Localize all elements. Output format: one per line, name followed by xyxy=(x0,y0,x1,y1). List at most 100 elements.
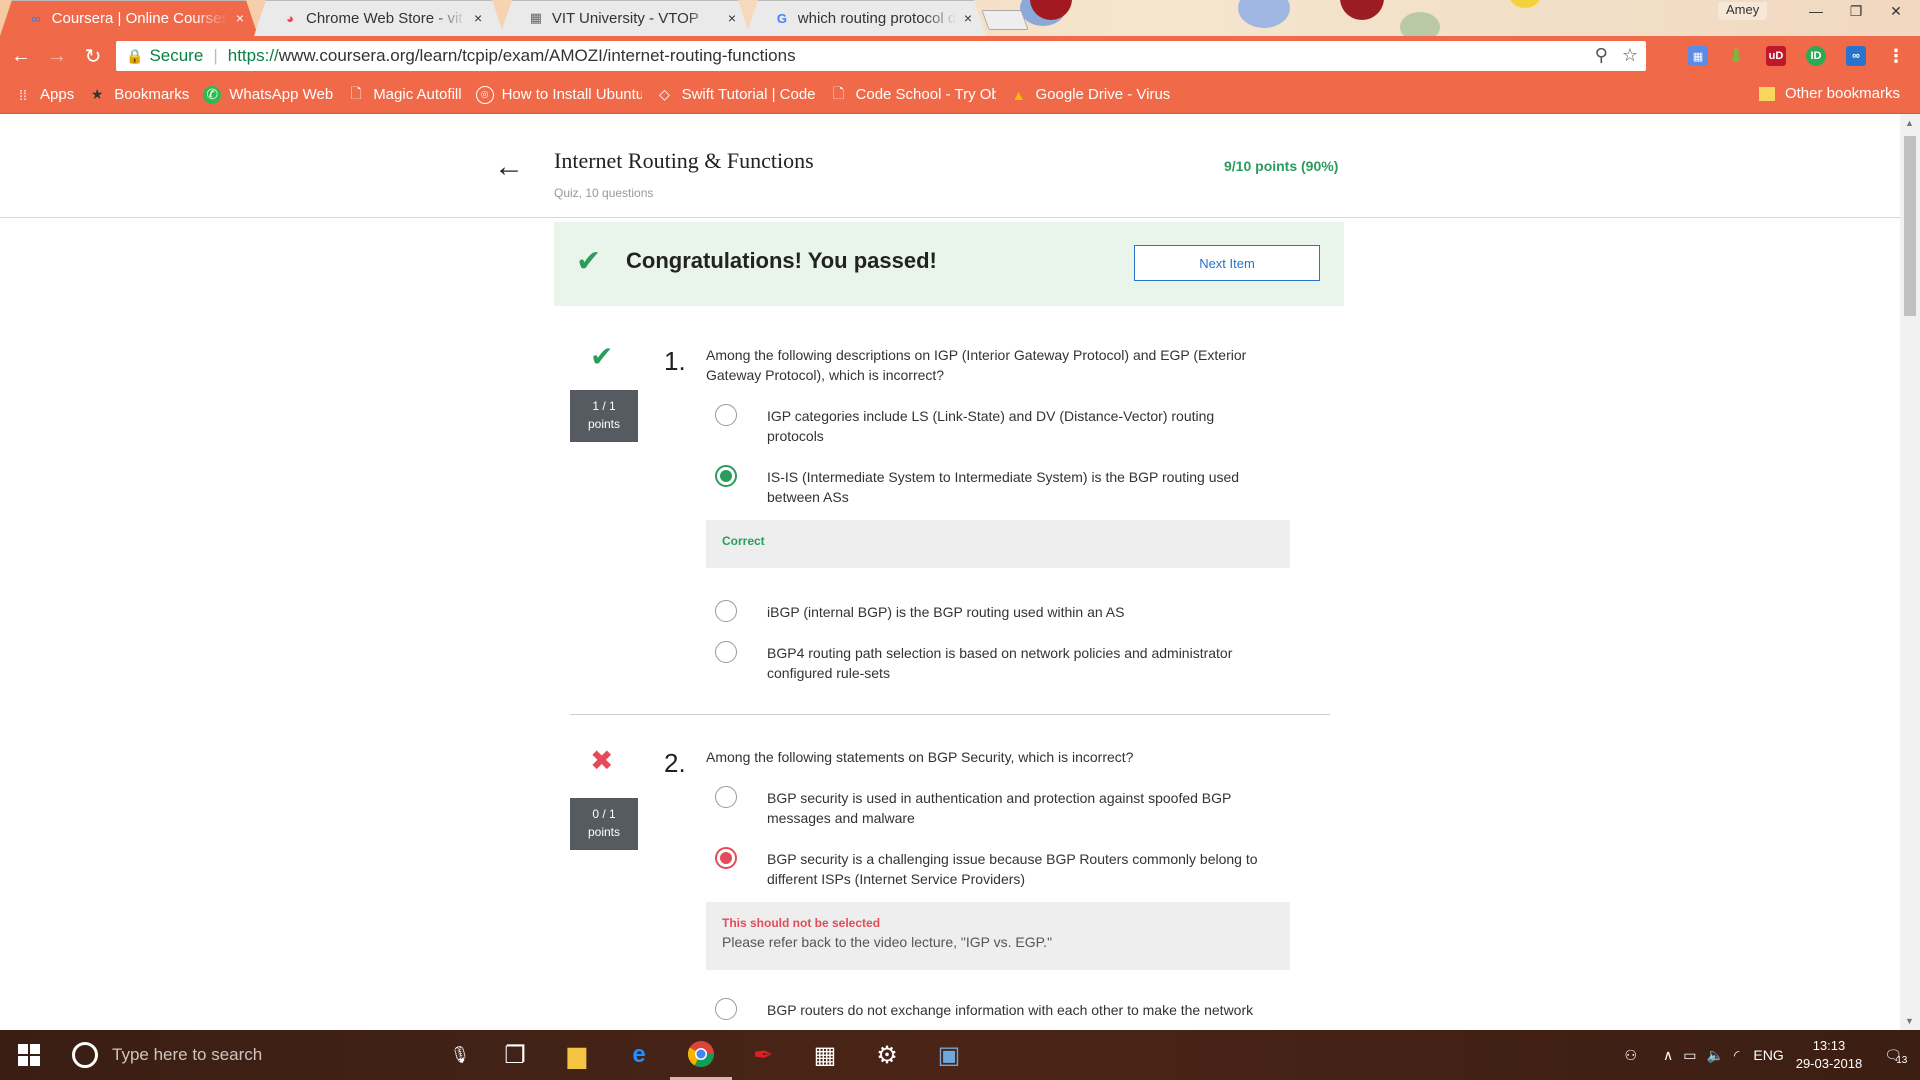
radio-button-selected[interactable] xyxy=(715,847,737,869)
restore-icon[interactable]: ❐ xyxy=(1836,0,1876,22)
feedback-title: This should not be selected xyxy=(722,916,881,930)
page-scrollbar[interactable]: ▲ ▼ xyxy=(1900,114,1920,1030)
profile-button[interactable]: Amey xyxy=(1718,2,1768,20)
task-view-icon[interactable]: ❐ xyxy=(484,1030,546,1080)
forward-icon[interactable]: → xyxy=(42,41,72,71)
cortana-icon xyxy=(72,1042,98,1068)
bookmark-swift[interactable]: ◇ Swift Tutorial | Code xyxy=(656,86,815,104)
microphone-icon[interactable]: 🎙 xyxy=(450,1045,470,1065)
chevron-up-icon[interactable]: ∧ xyxy=(1663,1047,1673,1064)
photos-icon[interactable]: ▣ xyxy=(918,1030,980,1080)
bookmark-ubuntu[interactable]: ◎ How to Install Ubuntu xyxy=(475,85,642,104)
radio-button[interactable] xyxy=(715,641,737,663)
apps-grid-icon: ⁞⁞ xyxy=(19,86,27,103)
bookmark-codeschool[interactable]: 🗋 Code School - Try Ob xyxy=(830,85,996,104)
radio-button[interactable] xyxy=(715,404,737,426)
tab-google-search[interactable]: G which routing protocol does × xyxy=(746,0,986,36)
menu-icon[interactable]: ⋮ xyxy=(1886,46,1906,66)
edge-icon[interactable]: e xyxy=(608,1030,670,1080)
new-tab-button[interactable] xyxy=(981,10,1029,30)
close-icon[interactable]: × xyxy=(728,10,736,26)
quiz-score: 9/10 points (90%) xyxy=(1224,158,1339,174)
tab-title: which routing protocol does xyxy=(797,9,956,27)
bookmark-magic-autofill[interactable]: 🗋 Magic Autofill xyxy=(347,84,462,104)
clock[interactable]: 13:13 29-03-2018 xyxy=(1796,1037,1863,1073)
page-icon: 🗋 xyxy=(350,84,362,101)
bookmark-star-icon[interactable]: ☆ xyxy=(1622,45,1638,66)
radio-button[interactable] xyxy=(715,786,737,808)
windows-start-icon[interactable] xyxy=(0,1030,58,1080)
tab-chrome-web-store[interactable]: ◕ Chrome Web Store - vit github × xyxy=(254,0,504,36)
settings-icon[interactable]: ⚙ xyxy=(856,1030,918,1080)
vtop-icon: ▦ xyxy=(529,10,543,25)
browser-toolbar: ← → ↻ 🔒 Secure | https:// www.coursera.o… xyxy=(0,36,1920,76)
chrome-web-store-icon: ◕ xyxy=(286,10,294,26)
answer-option[interactable]: BGP4 routing path selection is based on … xyxy=(715,641,1275,683)
volume-icon[interactable]: 🔈 xyxy=(1707,1047,1724,1064)
secure-label: Secure xyxy=(149,46,204,65)
close-window-icon[interactable]: ✕ xyxy=(1876,0,1916,22)
other-bookmarks[interactable]: Other bookmarks xyxy=(1758,85,1900,102)
calculator-icon[interactable]: ▦ xyxy=(794,1030,856,1080)
whatsapp-icon: ✆ xyxy=(203,85,222,104)
answer-option[interactable]: BGP security is used in authentication a… xyxy=(715,786,1275,828)
people-icon[interactable]: ⚇ xyxy=(1624,1047,1637,1064)
extension-calendar-icon[interactable]: ▦ xyxy=(1688,46,1708,66)
reload-icon[interactable]: ↻ xyxy=(78,41,108,71)
back-icon[interactable]: ← xyxy=(6,41,36,71)
question-2: ✖ 0 / 1 points 2. Among the following st… xyxy=(570,745,1330,1030)
answer-option[interactable]: IGP categories include LS (Link-State) a… xyxy=(715,404,1275,446)
bookmark-whatsapp[interactable]: ✆ WhatsApp Web xyxy=(203,85,333,104)
feedback-box: Correct xyxy=(706,520,1290,568)
minimize-icon[interactable]: — xyxy=(1796,0,1836,22)
bookmark-apps[interactable]: ⁞⁞ Apps xyxy=(14,86,74,104)
notification-icon[interactable]: 🗨 13 xyxy=(1884,1047,1907,1066)
close-icon[interactable]: × xyxy=(964,10,972,26)
radio-button-selected[interactable] xyxy=(715,465,737,487)
tab-vtop[interactable]: ▦ VIT University - VTOP × xyxy=(500,0,750,36)
extension-ublock-icon[interactable]: uD xyxy=(1766,46,1786,66)
url-text: www.coursera.org/learn/tcpip/exam/AMOZI/… xyxy=(278,46,796,65)
tab-coursera[interactable]: ∞ Coursera | Online Courses × xyxy=(0,0,258,36)
chrome-icon[interactable] xyxy=(670,1030,732,1080)
next-item-button[interactable]: Next Item xyxy=(1134,245,1320,281)
answer-option[interactable]: IS-IS (Intermediate System to Intermedia… xyxy=(715,465,1275,507)
quiz-header: ← Internet Routing & Functions Quiz, 10 … xyxy=(0,114,1900,218)
battery-icon[interactable]: ▭ xyxy=(1683,1047,1696,1064)
close-icon[interactable]: × xyxy=(236,10,244,26)
radio-button[interactable] xyxy=(715,600,737,622)
points-badge: 1 / 1 points xyxy=(570,390,638,442)
scroll-up-icon[interactable]: ▲ xyxy=(1905,118,1914,128)
search-placeholder: Type here to search xyxy=(112,1045,263,1064)
clock-time: 13:13 xyxy=(1812,1038,1846,1053)
language-indicator[interactable]: ENG xyxy=(1753,1047,1783,1063)
extension-download-icon[interactable]: ⬇ xyxy=(1726,46,1746,66)
clock-date: 29-03-2018 xyxy=(1795,1056,1863,1071)
answer-option[interactable]: BGP routers do not exchange information … xyxy=(715,998,1275,1020)
extension-coursera-icon[interactable]: ∞ xyxy=(1846,46,1866,66)
answer-option[interactable]: BGP security is a challenging issue beca… xyxy=(715,847,1275,889)
code-icon: ◇ xyxy=(659,86,670,102)
wifi-icon[interactable]: ◜ xyxy=(1734,1047,1739,1064)
scrollbar-thumb[interactable] xyxy=(1904,136,1916,316)
lock-icon: 🔒 xyxy=(126,47,144,64)
bookmark-drive[interactable]: ▲ Google Drive - Virus xyxy=(1010,86,1171,104)
taskbar-search[interactable]: Type here to search 🎙 xyxy=(58,1030,484,1080)
extension-id-icon[interactable]: ID xyxy=(1806,46,1826,66)
answer-option[interactable]: iBGP (internal BGP) is the BGP routing u… xyxy=(715,600,1275,622)
radio-button[interactable] xyxy=(715,998,737,1020)
back-arrow-icon[interactable]: ← xyxy=(494,150,524,184)
tab-title: Chrome Web Store - vit github xyxy=(306,9,466,27)
acrobat-icon[interactable]: ✒ xyxy=(732,1030,794,1080)
bookmark-bookmarks[interactable]: ★ Bookmarks xyxy=(88,86,189,104)
file-explorer-icon[interactable]: ▆ xyxy=(546,1030,608,1080)
close-icon[interactable]: × xyxy=(474,10,482,26)
zoom-icon[interactable]: ⚲ xyxy=(1595,45,1608,66)
star-icon: ★ xyxy=(90,86,104,102)
scroll-down-icon[interactable]: ▼ xyxy=(1905,1016,1914,1026)
question-text: Among the following descriptions on IGP … xyxy=(706,347,1247,383)
address-bar[interactable]: 🔒 Secure | https:// www.coursera.org/lea… xyxy=(116,41,1646,71)
bookmarks-bar: ⁞⁞ Apps ★ Bookmarks ✆ WhatsApp Web 🗋 Mag… xyxy=(0,76,1920,114)
pass-message: Congratulations! You passed! xyxy=(626,248,937,273)
folder-icon xyxy=(1758,86,1775,101)
